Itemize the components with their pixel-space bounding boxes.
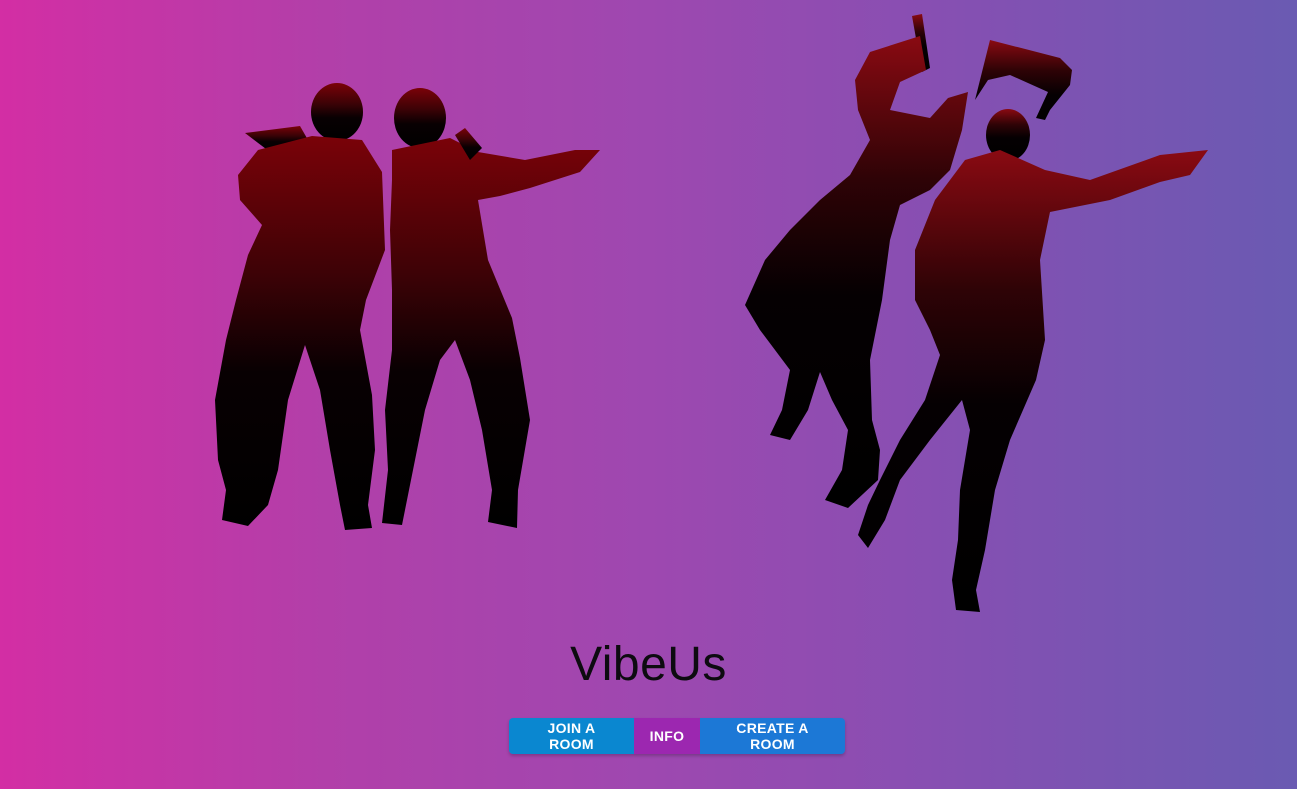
create-room-button[interactable]: CREATE A ROOM (700, 718, 845, 754)
app-title: VibeUs (570, 638, 727, 691)
join-room-button[interactable]: JOIN A ROOM (509, 718, 634, 754)
singer-silhouette-right-pair (745, 14, 1208, 612)
action-button-group: JOIN A ROOM INFO CREATE A ROOM (509, 718, 845, 754)
info-button[interactable]: INFO (634, 718, 700, 754)
singer-silhouette-left-pair (215, 83, 600, 530)
